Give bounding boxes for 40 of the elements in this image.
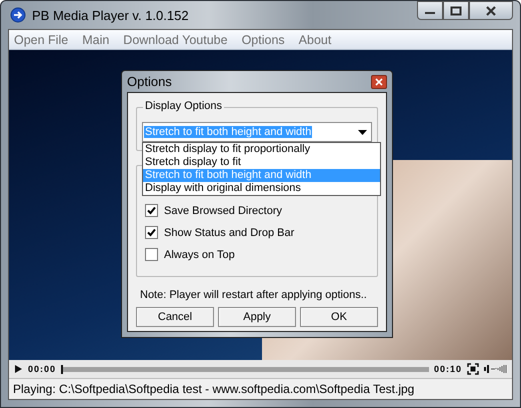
dialog-button[interactable]: Cancel (136, 307, 214, 327)
volume-icon[interactable] (484, 364, 508, 374)
window-title: PB Media Player v. 1.0.152 (32, 8, 189, 22)
status-text: Playing: C:\Softpedia\Softpedia test - www.softpedia.com\Softpedia Test.jpg (13, 382, 414, 396)
checkbox[interactable] (145, 248, 158, 261)
menu-item[interactable]: About (298, 32, 332, 46)
close-button[interactable] (469, 1, 513, 20)
elapsed-time: 00:00 (28, 364, 56, 374)
app-icon (10, 7, 26, 23)
dialog-button[interactable]: Apply (218, 307, 296, 327)
dropdown-option[interactable]: Stretch display to fit proportionally (143, 143, 380, 156)
menu-item[interactable]: Main (82, 32, 110, 46)
dropdown-option[interactable]: Stretch display to fit (143, 156, 380, 169)
close-icon (485, 6, 497, 16)
menu-item[interactable]: Options (242, 32, 285, 46)
checkbox-label: Always on Top (164, 248, 235, 260)
checkbox-label: Save Browsed Directory (164, 204, 282, 216)
fullscreen-icon[interactable] (467, 363, 479, 375)
checkbox-label: Show Status and Drop Bar (164, 226, 294, 238)
maximize-icon (450, 6, 462, 16)
dropdown-option[interactable]: Display with original dimensions (143, 182, 380, 195)
play-icon[interactable] (13, 364, 23, 374)
dialog-button[interactable]: OK (300, 307, 378, 327)
checkbox[interactable] (145, 226, 158, 239)
menu-item[interactable]: Download Youtube (123, 32, 228, 46)
close-icon (375, 78, 383, 86)
minimize-button[interactable] (417, 1, 443, 20)
maximize-button[interactable] (443, 1, 469, 20)
dropdown-option[interactable]: Stretch to fit both height and width (143, 169, 380, 182)
note-text: Note: Player will restart after applying options.. (139, 289, 368, 301)
menu-item[interactable]: Open File (14, 32, 68, 46)
display-dropdown[interactable]: Stretch to fit both height and width (142, 122, 372, 142)
caret-icon (358, 130, 367, 134)
close-button[interactable] (371, 74, 387, 88)
seek-thumb[interactable] (61, 364, 64, 374)
total-time: 00:10 (434, 364, 462, 374)
group-title: Display Options (143, 100, 224, 112)
dialog-title: Options (127, 74, 172, 89)
dropdown-value: Stretch to fit both height and width (144, 126, 312, 138)
checkbox[interactable] (145, 204, 158, 217)
